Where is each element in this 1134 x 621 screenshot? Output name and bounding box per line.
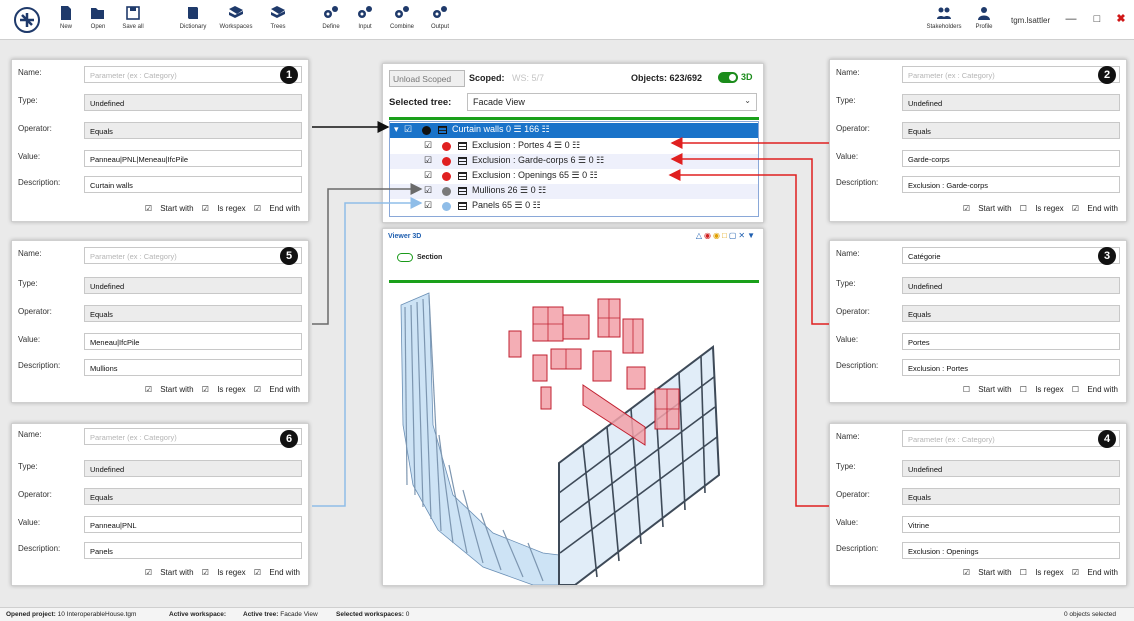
active-workspace-status: Active workspace: <box>169 611 226 618</box>
active-workspace-label: Active workspace: <box>169 611 227 618</box>
selected-workspaces-status: Selected workspaces: 0 <box>336 611 409 618</box>
selected-workspaces-value: 0 <box>405 611 410 618</box>
selected-workspaces-label: Selected workspaces: <box>336 611 404 618</box>
connector-overlay <box>312 121 829 507</box>
status-bar: Opened project: 10 InteroperableHouse.tg… <box>0 607 1134 621</box>
opened-project-label: Opened project: <box>6 611 56 618</box>
active-tree-value: Facade View <box>280 611 318 618</box>
opened-project-value: 10 InteroperableHouse.tgm <box>57 611 137 618</box>
objects-selected-status: 0 objects selected <box>1064 611 1117 618</box>
active-tree-label: Active tree: <box>243 611 279 618</box>
opened-project-status: Opened project: 10 InteroperableHouse.tg… <box>6 611 136 618</box>
active-tree-status: Active tree: Facade View <box>243 611 318 618</box>
